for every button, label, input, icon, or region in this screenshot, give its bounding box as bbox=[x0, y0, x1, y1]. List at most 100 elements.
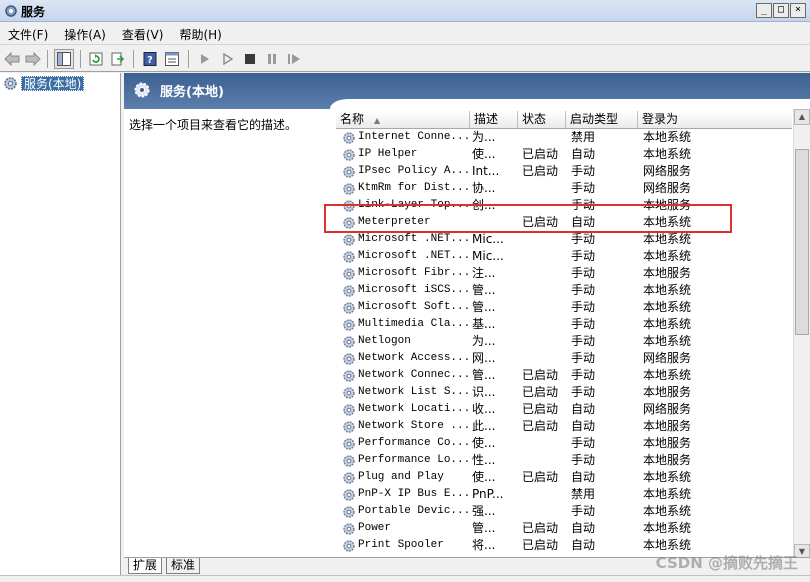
show-console-tree-button[interactable] bbox=[54, 49, 74, 69]
gear-icon bbox=[343, 268, 355, 280]
table-row[interactable]: Network List S... 识... 已启动 手动 本地服务 bbox=[336, 384, 792, 401]
help-glyph: ? bbox=[147, 55, 153, 66]
title-bar: 服务 _ □ × bbox=[0, 0, 810, 22]
scroll-up-icon[interactable]: ▲ bbox=[794, 109, 810, 125]
properties-button[interactable] bbox=[162, 49, 182, 69]
column-header-description[interactable]: 描述 bbox=[470, 111, 518, 128]
service-name-cell: Microsoft .NET... bbox=[358, 233, 470, 245]
maximize-button[interactable]: □ bbox=[773, 3, 789, 18]
services-list: 名称 ▲ 描述 状态 启动类型 登录为 Internet Conne... 为...… bbox=[336, 109, 810, 560]
service-description-cell: 使... bbox=[472, 436, 496, 450]
service-startup-type-cell: 手动 bbox=[571, 504, 596, 518]
table-row[interactable]: IPsec Policy A... Int... 已启动 手动 网络服务 bbox=[336, 163, 792, 180]
service-startup-type-cell: 自动 bbox=[571, 419, 596, 433]
table-row[interactable]: Network Store ... 此... 已启动 自动 本地服务 bbox=[336, 418, 792, 435]
service-description-cell: 为... bbox=[472, 130, 496, 144]
vertical-scrollbar[interactable]: ▲ ▼ bbox=[793, 109, 810, 560]
table-row[interactable]: Multimedia Cla... 基... 手动 本地系统 bbox=[336, 316, 792, 333]
service-name-cell: Microsoft Fibr... bbox=[358, 267, 470, 279]
menu-view[interactable]: 查看(V) bbox=[114, 23, 172, 44]
column-header-logon-as[interactable]: 登录为 bbox=[638, 111, 792, 128]
column-header-startup-type[interactable]: 启动类型 bbox=[566, 111, 638, 128]
gear-icon bbox=[343, 404, 355, 416]
service-description-cell: PnP... bbox=[472, 487, 504, 501]
service-name-cell: KtmRm for Dist... bbox=[358, 182, 470, 194]
start-service-alt-button[interactable] bbox=[218, 49, 238, 69]
scroll-thumb[interactable] bbox=[795, 149, 809, 335]
table-row[interactable]: Microsoft iSCS... 管... 手动 本地系统 bbox=[336, 282, 792, 299]
service-description-cell: 协... bbox=[472, 181, 496, 195]
service-logon-cell: 网络服务 bbox=[643, 164, 692, 178]
table-row[interactable]: Performance Co... 使... 手动 本地服务 bbox=[336, 435, 792, 452]
details-panel: 服务(本地) 选择一个项目来查看它的描述。 名称 ▲ 描述 状态 启动类型 登录为… bbox=[124, 73, 810, 582]
help-button[interactable]: ? bbox=[140, 49, 160, 69]
gear-icon bbox=[343, 353, 355, 365]
service-status-cell: 已启动 bbox=[522, 402, 559, 416]
service-description-cell: 为... bbox=[472, 334, 496, 348]
gear-icon bbox=[343, 336, 355, 348]
service-description-cell: Mic... bbox=[472, 249, 504, 263]
table-row[interactable]: Netlogon 为... 手动 本地系统 bbox=[336, 333, 792, 350]
service-status-cell: 已启动 bbox=[522, 368, 559, 382]
service-logon-cell: 本地系统 bbox=[643, 232, 692, 246]
tab-standard[interactable]: 标准 bbox=[166, 558, 201, 574]
column-header-name[interactable]: 名称 ▲ bbox=[336, 111, 470, 128]
toolbar-separator bbox=[133, 50, 134, 68]
table-row[interactable]: Microsoft Soft... 管... 手动 本地系统 bbox=[336, 299, 792, 316]
service-logon-cell: 本地系统 bbox=[643, 487, 692, 501]
tab-extended[interactable]: 扩展 bbox=[128, 558, 163, 574]
column-header-status[interactable]: 状态 bbox=[518, 111, 566, 128]
menu-file[interactable]: 文件(F) bbox=[0, 23, 56, 44]
restart-service-button[interactable] bbox=[284, 49, 304, 69]
service-name-cell: Portable Devic... bbox=[358, 505, 470, 517]
service-name-cell: Netlogon bbox=[358, 335, 411, 347]
table-row[interactable]: Network Access... 网... 手动 网络服务 bbox=[336, 350, 792, 367]
table-row[interactable]: Microsoft .NET... Mic... 手动 本地系统 bbox=[336, 248, 792, 265]
service-logon-cell: 本地服务 bbox=[643, 453, 692, 467]
tree-item-services-local[interactable]: 服务(本地) bbox=[3, 76, 85, 91]
service-logon-cell: 本地系统 bbox=[643, 130, 692, 144]
table-row[interactable]: Network Connec... 管... 已启动 手动 本地系统 bbox=[336, 367, 792, 384]
window-controls: _ □ × bbox=[756, 3, 806, 18]
pause-service-button[interactable] bbox=[262, 49, 282, 69]
close-button[interactable]: × bbox=[790, 3, 806, 18]
service-name-cell: Network Connec... bbox=[358, 369, 470, 381]
back-button[interactable] bbox=[2, 49, 22, 69]
table-row[interactable]: Internet Conne... 为... 禁用 本地系统 bbox=[336, 129, 792, 146]
menu-help[interactable]: 帮助(H) bbox=[171, 23, 229, 44]
minimize-button[interactable]: _ bbox=[756, 3, 772, 18]
table-row[interactable]: Portable Devic... 强... 手动 本地系统 bbox=[336, 503, 792, 520]
panel-header: 服务(本地) bbox=[124, 73, 810, 109]
service-status-cell: 已启动 bbox=[522, 419, 559, 433]
list-header: 名称 ▲ 描述 状态 启动类型 登录为 bbox=[336, 111, 792, 129]
refresh-button[interactable] bbox=[86, 49, 106, 69]
table-row[interactable]: Plug and Play 使... 已启动 自动 本地系统 bbox=[336, 469, 792, 486]
table-row[interactable]: PnP-X IP Bus E... PnP... 禁用 本地系统 bbox=[336, 486, 792, 503]
service-name-cell: Microsoft iSCS... bbox=[358, 284, 470, 296]
table-row[interactable]: IP Helper 使... 已启动 自动 本地系统 bbox=[336, 146, 792, 163]
service-description-cell: 性... bbox=[472, 453, 496, 467]
menu-action[interactable]: 操作(A) bbox=[56, 23, 114, 44]
table-row[interactable]: Network Locati... 收... 已启动 自动 网络服务 bbox=[336, 401, 792, 418]
service-description-cell: 管... bbox=[472, 300, 496, 314]
sort-ascending-icon: ▲ bbox=[374, 116, 381, 125]
service-name-cell: Network Locati... bbox=[358, 403, 470, 415]
service-logon-cell: 本地系统 bbox=[643, 300, 692, 314]
table-row[interactable]: KtmRm for Dist... 协... 手动 网络服务 bbox=[336, 180, 792, 197]
console-tree-icon bbox=[57, 52, 71, 66]
service-logon-cell: 本地系统 bbox=[643, 504, 692, 518]
table-row[interactable]: Microsoft .NET... Mic... 手动 本地系统 bbox=[336, 231, 792, 248]
start-service-button[interactable] bbox=[195, 49, 215, 69]
stop-service-button[interactable] bbox=[240, 49, 260, 69]
service-description-cell: 强... bbox=[472, 504, 496, 518]
table-row[interactable]: Microsoft Fibr... 注... 手动 本地服务 bbox=[336, 265, 792, 282]
forward-button[interactable] bbox=[23, 49, 43, 69]
service-name-cell: Plug and Play bbox=[358, 471, 444, 483]
service-name-cell: Performance Co... bbox=[358, 437, 470, 449]
tree-item-label: 服务(本地) bbox=[21, 76, 85, 91]
export-list-button[interactable] bbox=[108, 49, 128, 69]
service-description-cell: 使... bbox=[472, 470, 496, 484]
table-row[interactable]: Performance Lo... 性... 手动 本地服务 bbox=[336, 452, 792, 469]
service-name-cell: Microsoft Soft... bbox=[358, 301, 470, 313]
table-row[interactable]: Power 管... 已启动 自动 本地系统 bbox=[336, 520, 792, 537]
